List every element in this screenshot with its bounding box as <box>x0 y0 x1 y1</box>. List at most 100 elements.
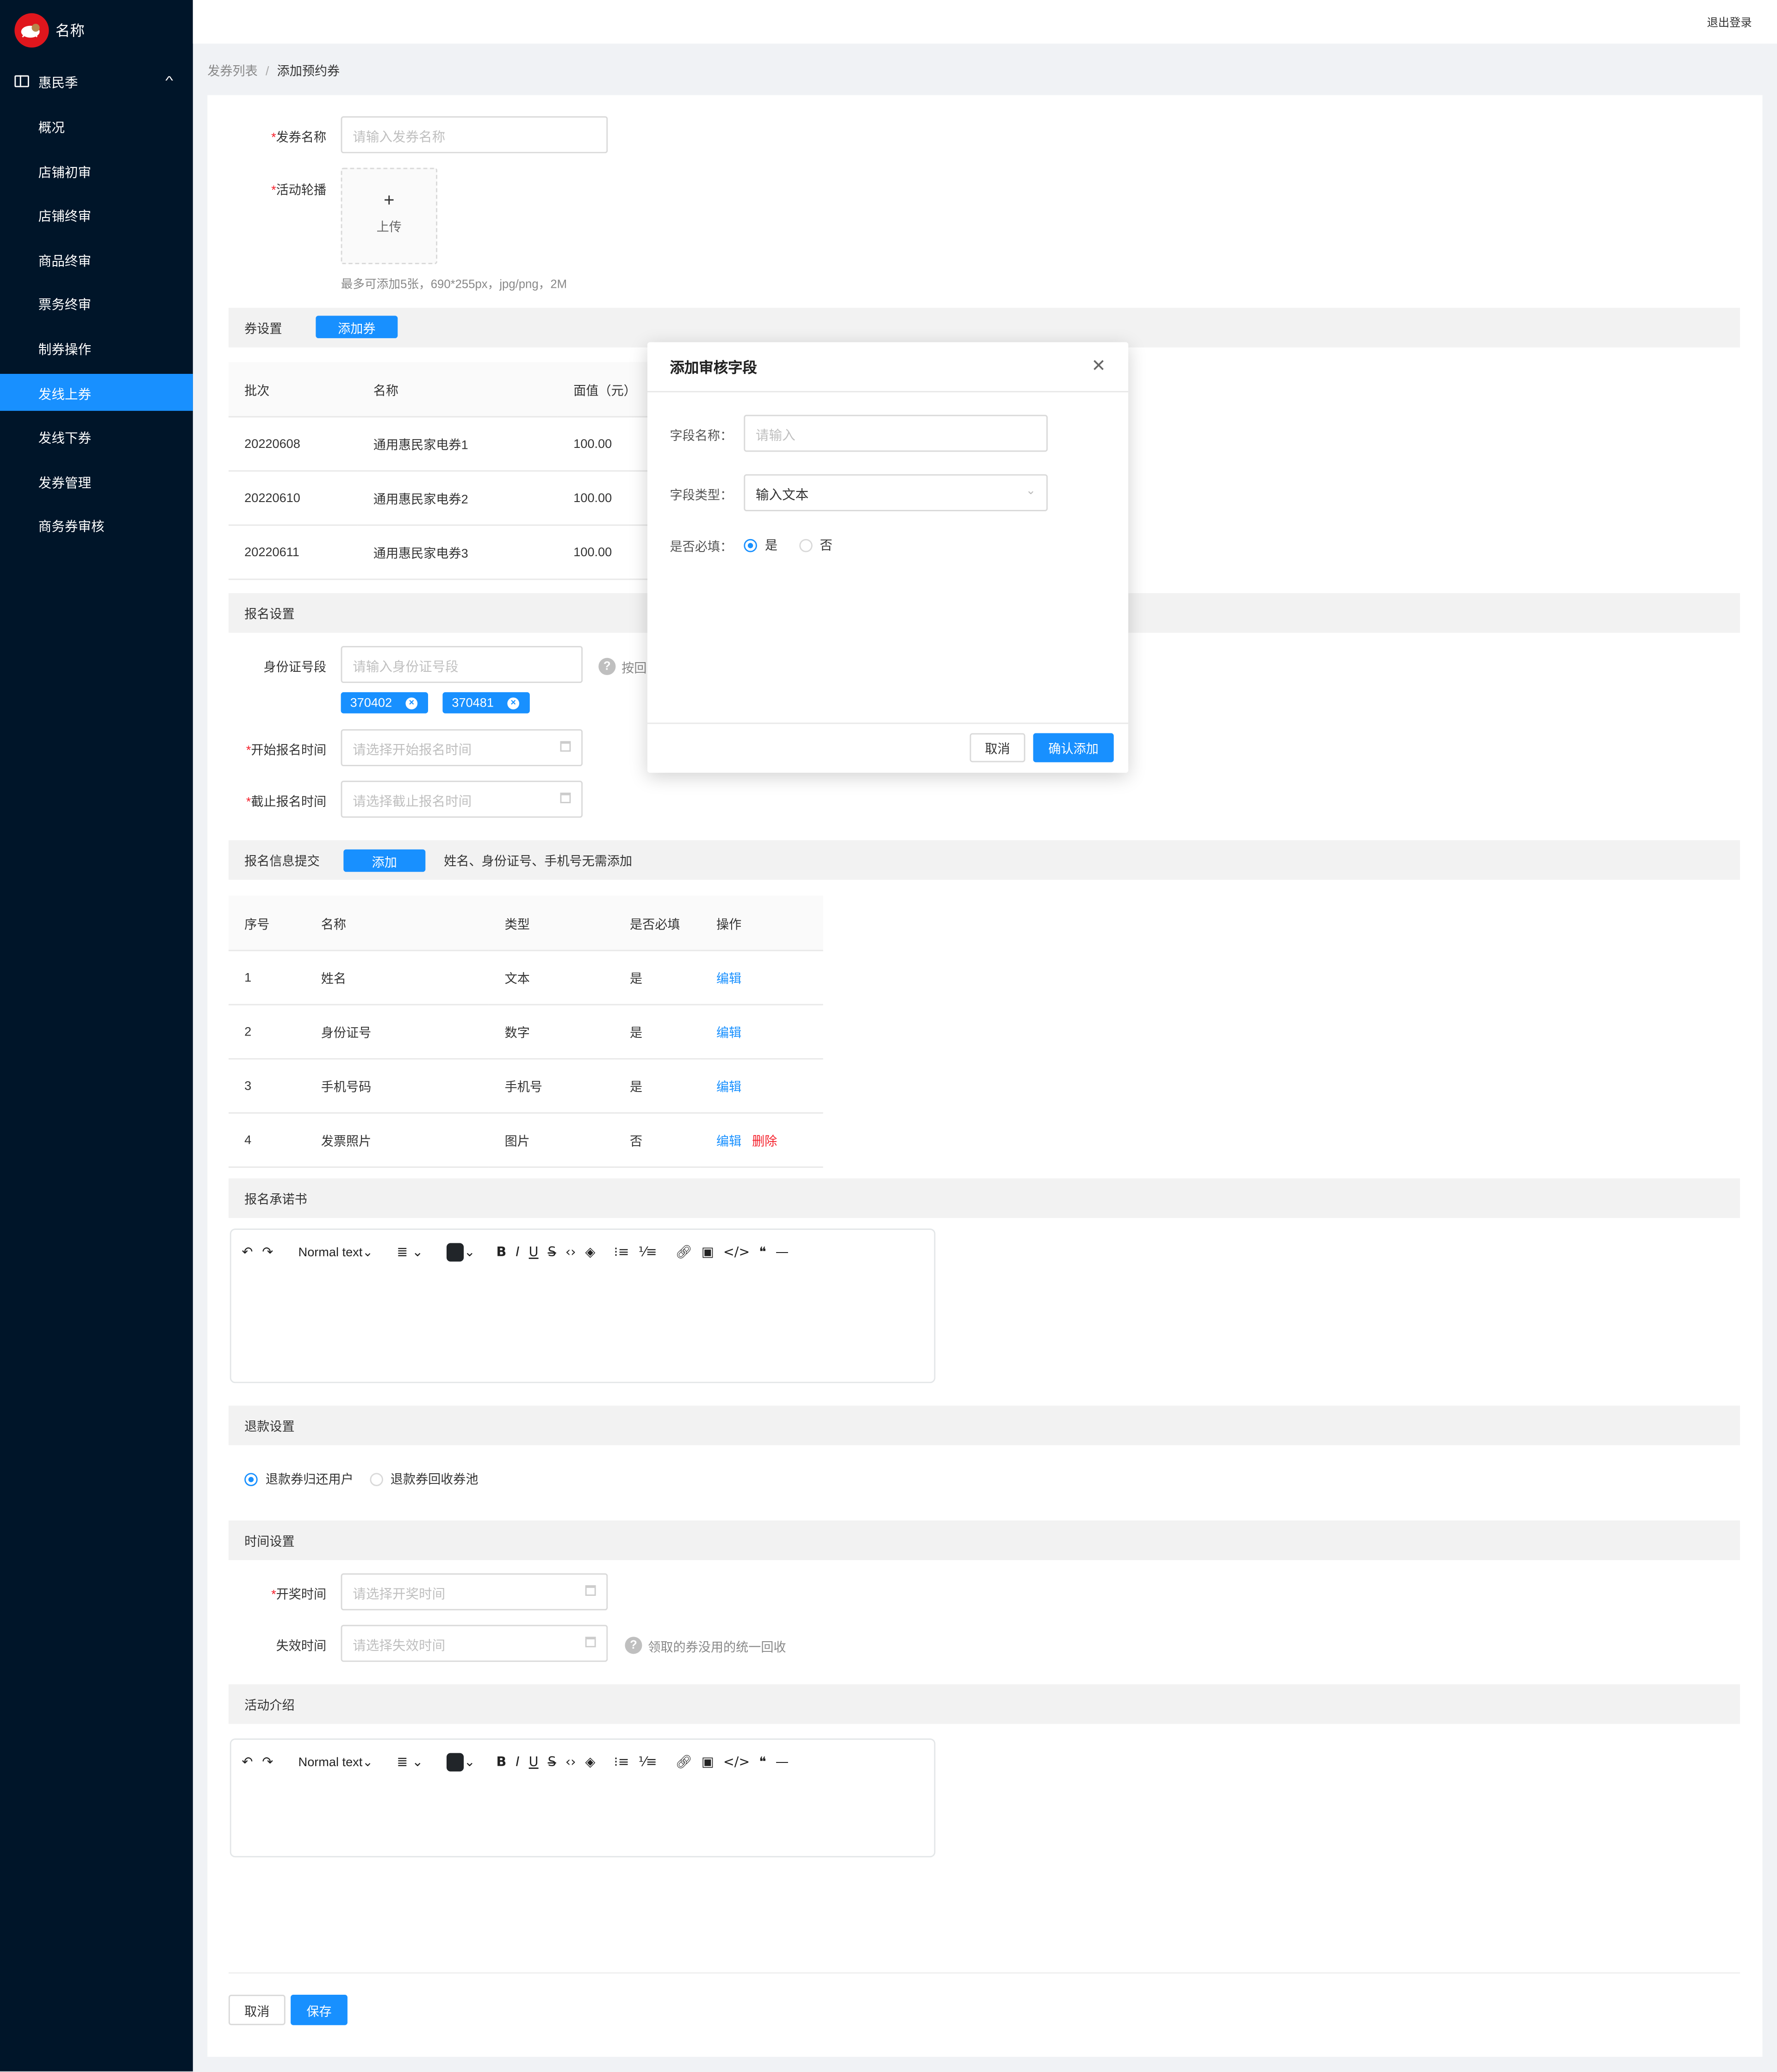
clear-format-icon[interactable]: ◈ <box>585 1755 596 1769</box>
table-cell: 手机号码 <box>305 1059 489 1114</box>
carousel-upload[interactable]: + 上传 <box>341 167 438 264</box>
inline-code-icon[interactable]: ‹› <box>565 1245 576 1259</box>
tag-label: 370481 <box>452 695 494 710</box>
sidebar-item[interactable]: 商务券审核 <box>0 507 193 544</box>
undo-icon[interactable]: ↶ <box>242 1245 253 1259</box>
app-name: 名称 <box>55 24 85 40</box>
undo-icon[interactable]: ↶ <box>242 1755 253 1769</box>
text-color-picker[interactable]: ⌄ <box>447 1243 475 1262</box>
expire-time-picker[interactable]: 请选择失效时间 <box>341 1625 608 1662</box>
radio-label: 退款券归还用户 <box>265 1473 354 1488</box>
redo-icon[interactable]: ↷ <box>262 1245 273 1259</box>
table-row: 3 手机号码 手机号是编辑 <box>228 1059 823 1114</box>
sidebar-item[interactable]: 店铺初审 <box>0 152 193 189</box>
align-icon[interactable]: ≣ ⌄ <box>397 1755 423 1769</box>
bold-icon[interactable]: B <box>496 1245 506 1259</box>
underline-icon[interactable]: U <box>529 1245 539 1259</box>
remove-tag-icon[interactable]: × <box>507 697 520 710</box>
sidebar-group-huiminji[interactable]: 惠民季 ^ <box>0 61 193 100</box>
sidebar-item[interactable]: 发券管理 <box>0 463 193 500</box>
remove-tag-icon[interactable]: × <box>405 697 418 710</box>
italic-icon[interactable]: I <box>516 1755 519 1769</box>
modal-confirm-button[interactable]: 确认添加 <box>1033 733 1114 763</box>
code-block-icon[interactable]: </> <box>723 1755 750 1769</box>
field-type-select[interactable]: 输入文本 ⌄ <box>744 474 1048 511</box>
align-icon[interactable]: ≣ ⌄ <box>397 1245 423 1259</box>
bullet-list-icon[interactable]: ⁝≡ <box>614 1755 629 1769</box>
edit-link[interactable]: 编辑 <box>716 1135 741 1149</box>
strikethrough-icon[interactable]: S <box>548 1245 556 1259</box>
radio-button[interactable] <box>744 540 757 553</box>
underline-icon[interactable]: U <box>529 1755 539 1769</box>
required-option[interactable]: 否 <box>798 539 833 553</box>
blockquote-icon[interactable]: ❝ <box>759 1755 766 1769</box>
draw-time-picker[interactable]: 请选择开奖时间 <box>341 1573 608 1611</box>
sidebar-item[interactable]: 制券操作 <box>0 330 193 367</box>
bold-icon[interactable]: B <box>496 1755 506 1769</box>
end-time-picker[interactable]: 请选择截止报名时间 <box>341 781 583 818</box>
clear-format-icon[interactable]: ◈ <box>585 1245 596 1259</box>
field-type-label: 字段类型： <box>670 489 733 503</box>
edit-link[interactable]: 编辑 <box>716 972 741 986</box>
edit-link[interactable]: 编辑 <box>716 1080 741 1095</box>
bullet-list-icon[interactable]: ⁝≡ <box>614 1245 629 1259</box>
refund-option[interactable]: 退款券归还用户 <box>244 1473 354 1488</box>
text-color-picker[interactable]: ⌄ <box>447 1753 475 1772</box>
sidebar-item-label: 店铺终审 <box>38 210 91 225</box>
code-block-icon[interactable]: </> <box>723 1245 750 1259</box>
image-icon[interactable]: ▣ <box>702 1245 714 1259</box>
add-coupon-button[interactable]: 添加券 <box>316 316 398 338</box>
column-header: 操作 <box>700 895 823 951</box>
field-name-input[interactable]: 请输入 <box>744 415 1048 452</box>
sidebar-item[interactable]: 票务终审 <box>0 285 193 323</box>
info-submit-note: 姓名、身份证号、手机号无需添加 <box>444 855 633 869</box>
strikethrough-icon[interactable]: S <box>548 1755 556 1769</box>
ordered-list-icon[interactable]: ⅟≡ <box>639 1245 657 1259</box>
table-cell: 是 <box>614 1005 701 1060</box>
table-cell: 手机号 <box>489 1059 614 1114</box>
link-icon[interactable]: 🔗︎ <box>676 1245 692 1259</box>
sidebar-item[interactable]: 概况 <box>0 108 193 145</box>
logout-link[interactable]: 退出登录 <box>1707 14 1752 30</box>
image-icon[interactable]: ▣ <box>702 1755 714 1769</box>
coupon-name-label: *发券名称 <box>271 130 327 146</box>
block-type-label: Normal text <box>298 1755 363 1770</box>
cancel-button[interactable]: 取消 <box>228 1995 286 2025</box>
blockquote-icon[interactable]: ❝ <box>759 1245 766 1259</box>
intro-editor[interactable]: ↶ ↷ Normal text ⌄ ≣ ⌄ ⌄ B I U S ‹› ◈ ⁝≡ ⅟≡ 🔗︎ ▣ </> ❝ — <box>230 1738 936 1858</box>
radio-button[interactable] <box>798 540 812 553</box>
link-icon[interactable]: 🔗︎ <box>676 1755 692 1769</box>
italic-icon[interactable]: I <box>516 1245 519 1259</box>
coupon-name-input[interactable]: 请输入发券名称 <box>341 116 608 154</box>
start-time-picker[interactable]: 请选择开始报名时间 <box>341 729 583 766</box>
question-icon: ? <box>625 1637 642 1655</box>
expire-time-hint: 领取的券没用的统一回收 <box>648 1640 786 1656</box>
radio-button[interactable] <box>369 1473 383 1487</box>
modal-cancel-button[interactable]: 取消 <box>969 733 1025 763</box>
edit-link[interactable]: 编辑 <box>716 1026 741 1041</box>
divider-icon[interactable]: — <box>776 1755 789 1769</box>
sidebar-item[interactable]: 发线上券 <box>0 374 193 411</box>
sidebar-item[interactable]: 店铺终审 <box>0 197 193 234</box>
close-icon[interactable]: ✕ <box>1091 355 1106 377</box>
id-prefix-input[interactable]: 请输入身份证号段 <box>341 646 583 683</box>
radio-button[interactable] <box>244 1473 258 1487</box>
redo-icon[interactable]: ↷ <box>262 1755 273 1769</box>
divider-icon[interactable]: — <box>776 1245 789 1259</box>
block-type-select[interactable]: Normal text ⌄ <box>298 1245 373 1259</box>
inline-code-icon[interactable]: ‹› <box>565 1755 576 1769</box>
breadcrumb-parent[interactable]: 发券列表 <box>207 65 258 79</box>
pledge-editor[interactable]: ↶ ↷ Normal text ⌄ ≣ ⌄ ⌄ B I U S ‹› ◈ ⁝≡ ⅟≡ 🔗︎ ▣ </> ❝ — <box>230 1228 936 1383</box>
save-button[interactable]: 保存 <box>291 1995 348 2025</box>
sidebar-item-label: 商务券审核 <box>38 521 105 536</box>
add-field-button[interactable]: 添加 <box>343 849 426 872</box>
sidebar-item[interactable]: 商品终审 <box>0 241 193 278</box>
delete-link[interactable]: 删除 <box>752 1135 777 1149</box>
refund-option[interactable]: 退款券回收券池 <box>369 1473 478 1488</box>
info-submit-section: 报名信息提交 添加 姓名、身份证号、手机号无需添加 <box>228 840 1740 880</box>
table-cell: 通用惠民家电券2 <box>357 471 558 526</box>
ordered-list-icon[interactable]: ⅟≡ <box>639 1755 657 1769</box>
block-type-select[interactable]: Normal text ⌄ <box>298 1755 373 1769</box>
required-option[interactable]: 是 <box>744 539 777 553</box>
sidebar-item[interactable]: 发线下券 <box>0 418 193 455</box>
